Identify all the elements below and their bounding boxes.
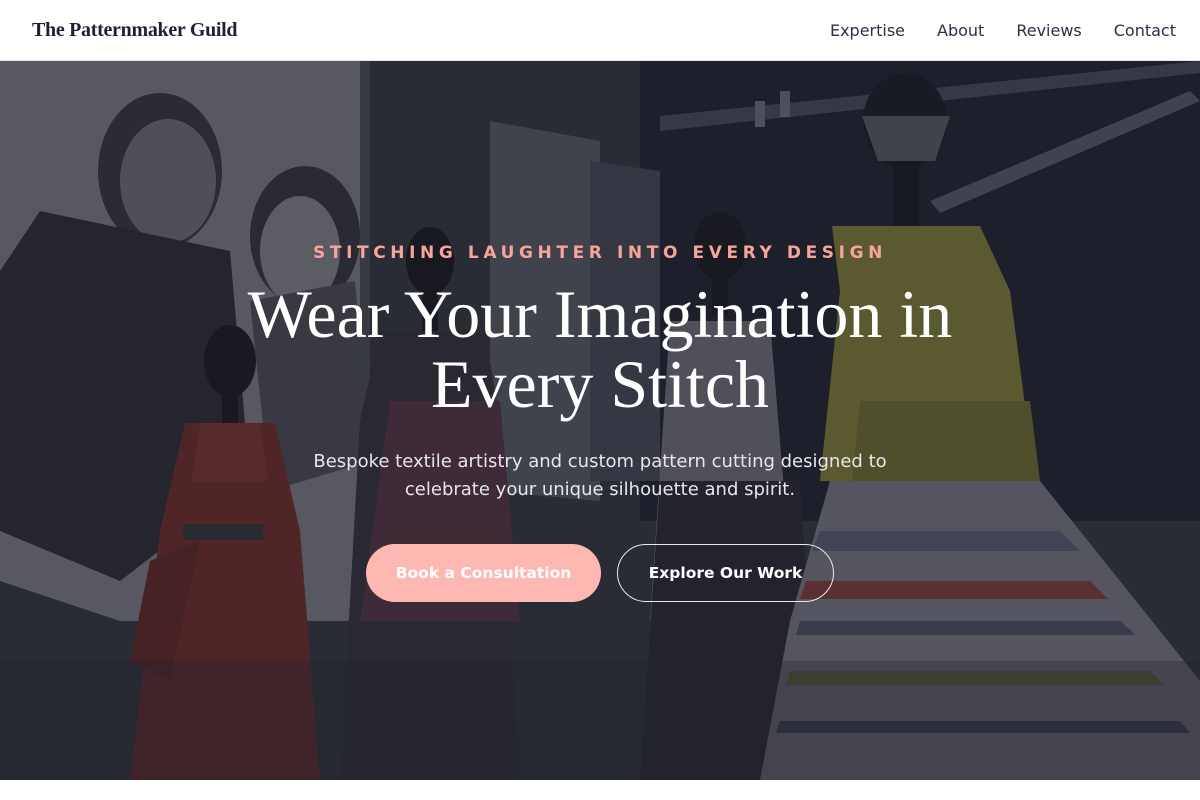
hero-content: STITCHING LAUGHTER INTO EVERY DESIGN Wea… [0,61,1200,780]
nav-link-expertise[interactable]: Expertise [830,21,905,40]
nav-link-reviews[interactable]: Reviews [1016,21,1081,40]
nav-link-about[interactable]: About [937,21,984,40]
hero-subtitle: Bespoke textile artistry and custom patt… [280,448,920,504]
headline-line-2: Every Stitch [430,346,770,422]
brand-logo[interactable]: The Patternmaker Guild [32,19,238,42]
explore-work-button[interactable]: Explore Our Work [617,544,834,602]
site-header: The Patternmaker Guild Expertise About R… [0,0,1200,61]
hero-section: STITCHING LAUGHTER INTO EVERY DESIGN Wea… [0,61,1200,780]
headline-line-1: Wear Your Imagination in [247,276,953,352]
hero-headline: Wear Your Imagination in Every Stitch [150,279,1050,419]
subtitle-line-2: celebrate your unique silhouette and spi… [404,479,796,500]
nav-link-contact[interactable]: Contact [1114,21,1176,40]
subtitle-line-1: Bespoke textile artistry and custom patt… [313,451,887,472]
hero-tagline: STITCHING LAUGHTER INTO EVERY DESIGN [313,243,887,263]
main-nav: Expertise About Reviews Contact [830,21,1176,40]
book-consultation-button[interactable]: Book a Consultation [366,544,601,602]
